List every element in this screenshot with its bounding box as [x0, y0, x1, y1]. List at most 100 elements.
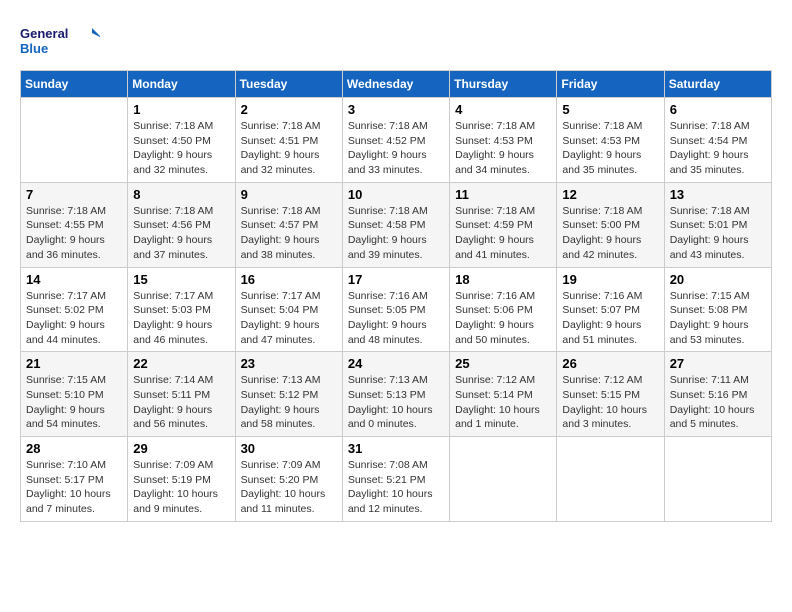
- day-info: Sunrise: 7:08 AMSunset: 5:21 PMDaylight:…: [348, 458, 444, 517]
- calendar-cell: 8Sunrise: 7:18 AMSunset: 4:56 PMDaylight…: [128, 182, 235, 267]
- calendar-cell: 10 Sunrise: 7:18 AMSunset: 4:58 PMDayligh…: [342, 182, 449, 267]
- svg-text:General: General: [20, 26, 68, 41]
- calendar-cell: 12 Sunrise: 7:18 AMSunset: 5:00 PMDayligh…: [557, 182, 664, 267]
- weekday-header-row: SundayMondayTuesdayWednesdayThursdayFrid…: [21, 71, 772, 98]
- week-row-1: 1Sunrise: 7:18 AMSunset: 4:50 PMDaylight…: [21, 98, 772, 183]
- day-info: Sunrise: 7:16 AMSunset: 5:06 PMDaylight:…: [455, 289, 551, 348]
- day-number: 12: [562, 187, 658, 202]
- week-row-5: 28 Sunrise: 7:10 AMSunset: 5:17 PMDayligh…: [21, 437, 772, 522]
- day-number: 31: [348, 441, 444, 456]
- day-info: Sunrise: 7:18 AMSunset: 4:56 PMDaylight:…: [133, 204, 229, 263]
- day-number: 29: [133, 441, 229, 456]
- week-row-2: 7 Sunrise: 7:18 AMSunset: 4:55 PMDaylight…: [21, 182, 772, 267]
- day-info: Sunrise: 7:10 AMSunset: 5:17 PMDaylight:…: [26, 458, 122, 517]
- day-info: Sunrise: 7:13 AMSunset: 5:13 PMDaylight:…: [348, 373, 444, 432]
- calendar-cell: 1Sunrise: 7:18 AMSunset: 4:50 PMDaylight…: [128, 98, 235, 183]
- day-info: Sunrise: 7:18 AMSunset: 4:54 PMDaylight:…: [670, 119, 766, 178]
- logo: General Blue: [20, 20, 100, 60]
- weekday-header-tuesday: Tuesday: [235, 71, 342, 98]
- weekday-header-friday: Friday: [557, 71, 664, 98]
- calendar-cell: 20 Sunrise: 7:15 AMSunset: 5:08 PMDayligh…: [664, 267, 771, 352]
- day-info: Sunrise: 7:16 AMSunset: 5:05 PMDaylight:…: [348, 289, 444, 348]
- day-info: Sunrise: 7:12 AMSunset: 5:15 PMDaylight:…: [562, 373, 658, 432]
- calendar-cell: 4 Sunrise: 7:18 AMSunset: 4:53 PMDaylight…: [450, 98, 557, 183]
- weekday-header-thursday: Thursday: [450, 71, 557, 98]
- logo-svg: General Blue: [20, 20, 100, 60]
- svg-text:Blue: Blue: [20, 41, 48, 56]
- day-number: 18: [455, 272, 551, 287]
- day-info: Sunrise: 7:09 AMSunset: 5:19 PMDaylight:…: [133, 458, 229, 517]
- calendar-cell: 2 Sunrise: 7:18 AMSunset: 4:51 PMDaylight…: [235, 98, 342, 183]
- calendar-cell: 17 Sunrise: 7:16 AMSunset: 5:05 PMDayligh…: [342, 267, 449, 352]
- day-number: 4: [455, 102, 551, 117]
- day-number: 7: [26, 187, 122, 202]
- calendar-cell: 14 Sunrise: 7:17 AMSunset: 5:02 PMDayligh…: [21, 267, 128, 352]
- calendar-cell: 13 Sunrise: 7:18 AMSunset: 5:01 PMDayligh…: [664, 182, 771, 267]
- day-info: Sunrise: 7:18 AMSunset: 4:59 PMDaylight:…: [455, 204, 551, 263]
- day-number: 5: [562, 102, 658, 117]
- day-info: Sunrise: 7:16 AMSunset: 5:07 PMDaylight:…: [562, 289, 658, 348]
- weekday-header-monday: Monday: [128, 71, 235, 98]
- day-info: Sunrise: 7:18 AMSunset: 4:55 PMDaylight:…: [26, 204, 122, 263]
- day-number: 26: [562, 356, 658, 371]
- weekday-header-sunday: Sunday: [21, 71, 128, 98]
- day-info: Sunrise: 7:18 AMSunset: 4:58 PMDaylight:…: [348, 204, 444, 263]
- day-number: 2: [241, 102, 337, 117]
- calendar-cell: [450, 437, 557, 522]
- calendar-cell: 24 Sunrise: 7:13 AMSunset: 5:13 PMDayligh…: [342, 352, 449, 437]
- calendar-cell: 5Sunrise: 7:18 AMSunset: 4:53 PMDaylight…: [557, 98, 664, 183]
- week-row-4: 21 Sunrise: 7:15 AMSunset: 5:10 PMDayligh…: [21, 352, 772, 437]
- day-number: 25: [455, 356, 551, 371]
- day-info: Sunrise: 7:18 AMSunset: 4:57 PMDaylight:…: [241, 204, 337, 263]
- day-number: 14: [26, 272, 122, 287]
- weekday-header-saturday: Saturday: [664, 71, 771, 98]
- calendar-cell: 26 Sunrise: 7:12 AMSunset: 5:15 PMDayligh…: [557, 352, 664, 437]
- day-number: 20: [670, 272, 766, 287]
- day-info: Sunrise: 7:15 AMSunset: 5:10 PMDaylight:…: [26, 373, 122, 432]
- day-info: Sunrise: 7:17 AMSunset: 5:02 PMDaylight:…: [26, 289, 122, 348]
- day-number: 10: [348, 187, 444, 202]
- page-header: General Blue: [20, 20, 772, 60]
- calendar-cell: 30Sunrise: 7:09 AMSunset: 5:20 PMDayligh…: [235, 437, 342, 522]
- day-info: Sunrise: 7:17 AMSunset: 5:04 PMDaylight:…: [241, 289, 337, 348]
- calendar-cell: 28 Sunrise: 7:10 AMSunset: 5:17 PMDayligh…: [21, 437, 128, 522]
- calendar-cell: 27 Sunrise: 7:11 AMSunset: 5:16 PMDayligh…: [664, 352, 771, 437]
- day-number: 24: [348, 356, 444, 371]
- day-number: 15: [133, 272, 229, 287]
- day-info: Sunrise: 7:11 AMSunset: 5:16 PMDaylight:…: [670, 373, 766, 432]
- day-number: 30: [241, 441, 337, 456]
- day-number: 11: [455, 187, 551, 202]
- day-number: 22: [133, 356, 229, 371]
- day-number: 27: [670, 356, 766, 371]
- calendar-cell: 21 Sunrise: 7:15 AMSunset: 5:10 PMDayligh…: [21, 352, 128, 437]
- calendar-cell: 19Sunrise: 7:16 AMSunset: 5:07 PMDayligh…: [557, 267, 664, 352]
- day-number: 13: [670, 187, 766, 202]
- calendar-cell: 9 Sunrise: 7:18 AMSunset: 4:57 PMDaylight…: [235, 182, 342, 267]
- calendar-cell: [21, 98, 128, 183]
- day-number: 17: [348, 272, 444, 287]
- calendar-cell: 22 Sunrise: 7:14 AMSunset: 5:11 PMDayligh…: [128, 352, 235, 437]
- day-number: 16: [241, 272, 337, 287]
- day-info: Sunrise: 7:18 AMSunset: 4:53 PMDaylight:…: [455, 119, 551, 178]
- calendar-cell: [557, 437, 664, 522]
- calendar-cell: 25Sunrise: 7:12 AMSunset: 5:14 PMDayligh…: [450, 352, 557, 437]
- day-info: Sunrise: 7:14 AMSunset: 5:11 PMDaylight:…: [133, 373, 229, 432]
- day-info: Sunrise: 7:18 AMSunset: 5:00 PMDaylight:…: [562, 204, 658, 263]
- day-info: Sunrise: 7:18 AMSunset: 4:50 PMDaylight:…: [133, 119, 229, 178]
- calendar-cell: 29 Sunrise: 7:09 AMSunset: 5:19 PMDayligh…: [128, 437, 235, 522]
- weekday-header-wednesday: Wednesday: [342, 71, 449, 98]
- day-info: Sunrise: 7:15 AMSunset: 5:08 PMDaylight:…: [670, 289, 766, 348]
- day-number: 9: [241, 187, 337, 202]
- calendar-cell: 31 Sunrise: 7:08 AMSunset: 5:21 PMDayligh…: [342, 437, 449, 522]
- calendar-cell: 11 Sunrise: 7:18 AMSunset: 4:59 PMDayligh…: [450, 182, 557, 267]
- day-number: 28: [26, 441, 122, 456]
- calendar-cell: [664, 437, 771, 522]
- week-row-3: 14 Sunrise: 7:17 AMSunset: 5:02 PMDayligh…: [21, 267, 772, 352]
- calendar-cell: 23Sunrise: 7:13 AMSunset: 5:12 PMDayligh…: [235, 352, 342, 437]
- day-info: Sunrise: 7:18 AMSunset: 4:51 PMDaylight:…: [241, 119, 337, 178]
- calendar-cell: 3Sunrise: 7:18 AMSunset: 4:52 PMDaylight…: [342, 98, 449, 183]
- day-info: Sunrise: 7:17 AMSunset: 5:03 PMDaylight:…: [133, 289, 229, 348]
- day-number: 3: [348, 102, 444, 117]
- day-info: Sunrise: 7:18 AMSunset: 5:01 PMDaylight:…: [670, 204, 766, 263]
- day-number: 21: [26, 356, 122, 371]
